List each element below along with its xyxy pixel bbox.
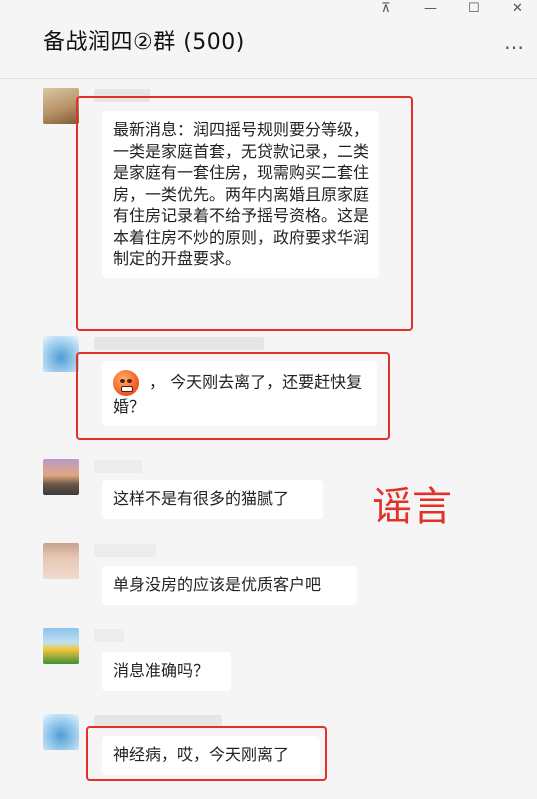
sender-name-blurred — [94, 337, 264, 350]
minimize-icon[interactable]: — — [424, 1, 437, 16]
chat-title-bar: 备战润四②群 (500) ⊼ — ☐ ✕ … — [0, 0, 537, 79]
highlight-box — [76, 352, 390, 440]
sender-name-blurred — [94, 460, 142, 473]
avatar[interactable] — [43, 543, 79, 579]
message-text: 消息准确吗？ — [113, 661, 210, 680]
maximize-icon[interactable]: ☐ — [468, 1, 480, 16]
avatar[interactable] — [43, 459, 79, 495]
sender-name-blurred — [94, 544, 156, 557]
message-bubble[interactable]: 消息准确吗？ — [102, 652, 231, 691]
message-text: 单身没房的应该是优质客户吧 — [113, 575, 322, 594]
highlight-box — [76, 96, 413, 331]
message-text: 这样不是有很多的猫腻了 — [113, 489, 290, 508]
avatar[interactable] — [43, 336, 79, 372]
close-icon[interactable]: ✕ — [512, 1, 523, 16]
more-icon[interactable]: … — [504, 30, 525, 54]
avatar[interactable] — [43, 88, 79, 124]
message-bubble[interactable]: 单身没房的应该是优质客户吧 — [102, 566, 357, 605]
avatar[interactable] — [43, 714, 79, 750]
group-chat-title: 备战润四②群 (500) — [43, 30, 245, 55]
message-bubble[interactable]: 这样不是有很多的猫腻了 — [102, 480, 323, 519]
sender-name-blurred — [94, 629, 124, 642]
avatar[interactable] — [43, 628, 79, 664]
highlight-box — [86, 726, 327, 781]
pin-icon[interactable]: ⊼ — [381, 1, 391, 16]
rumor-annotation: 谣言 — [372, 484, 452, 530]
